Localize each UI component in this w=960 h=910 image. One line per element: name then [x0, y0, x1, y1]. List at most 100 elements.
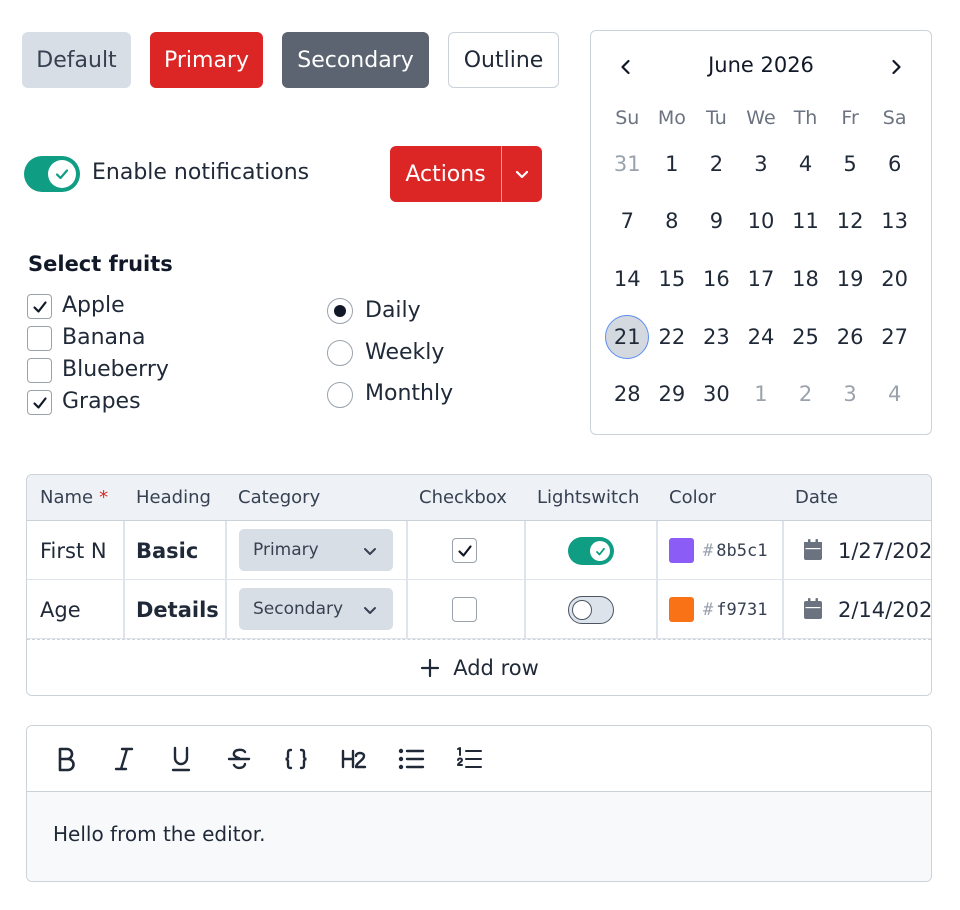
row-checkbox[interactable]: [452, 538, 477, 563]
actions-button[interactable]: Actions: [390, 146, 502, 202]
category-select[interactable]: Primary: [239, 529, 393, 571]
calendar-day[interactable]: 20: [872, 250, 917, 308]
heading-2-button[interactable]: [337, 742, 371, 776]
header-name: Name *: [40, 487, 109, 508]
calendar-day[interactable]: 22: [650, 308, 695, 366]
editor-content-area[interactable]: Hello from the editor.: [27, 792, 931, 881]
weekday-label: Sa: [882, 107, 907, 129]
calendar-day[interactable]: 26: [828, 308, 873, 366]
row-lightswitch[interactable]: [568, 596, 614, 624]
bullet-list-button[interactable]: [394, 742, 428, 776]
calendar-day[interactable]: 19: [828, 250, 873, 308]
calendar-day[interactable]: 13: [872, 193, 917, 251]
name-cell[interactable]: Age: [40, 580, 123, 639]
notifications-toggle[interactable]: [24, 156, 80, 192]
column-divider: [406, 521, 408, 639]
header-heading: Heading: [136, 487, 211, 508]
date-input[interactable]: 2/14/202: [838, 580, 931, 639]
outline-button[interactable]: Outline: [448, 32, 559, 88]
calendar-icon[interactable]: [801, 596, 825, 622]
blueberry-checkbox[interactable]: [27, 358, 52, 383]
editor-text[interactable]: Hello from the editor.: [53, 822, 266, 846]
date-input[interactable]: 1/27/202: [838, 521, 931, 580]
apple-checkbox[interactable]: [27, 294, 52, 319]
calendar-day[interactable]: 2: [783, 365, 828, 423]
daily-radio[interactable]: [327, 298, 353, 324]
required-mark: *: [99, 487, 109, 508]
color-swatch[interactable]: [669, 597, 694, 622]
calendar-day[interactable]: 25: [783, 308, 828, 366]
row-lightswitch[interactable]: [568, 537, 614, 565]
table-header: Name * Heading Category Checkbox Lightswi…: [27, 475, 931, 521]
heading-cell: Details: [136, 597, 219, 622]
calendar-day[interactable]: 30: [694, 365, 739, 423]
check-icon: [32, 396, 47, 409]
banana-checkbox[interactable]: [27, 326, 52, 351]
italic-button[interactable]: [107, 742, 141, 776]
next-month-button[interactable]: [883, 53, 909, 81]
calendar-day[interactable]: 3: [828, 365, 873, 423]
calendar-day[interactable]: 31: [605, 135, 650, 193]
default-button[interactable]: Default: [22, 32, 131, 88]
bold-icon: [58, 747, 75, 772]
calendar-day[interactable]: 18: [783, 250, 828, 308]
calendar-day[interactable]: 27: [872, 308, 917, 366]
calendar-day[interactable]: 10: [739, 193, 784, 251]
code-button[interactable]: [279, 742, 313, 776]
toggle-knob: [48, 160, 76, 188]
calendar-day[interactable]: 9: [694, 193, 739, 251]
week-row: 28 29 30 1 2 3 4: [605, 365, 917, 423]
calendar-day[interactable]: 24: [739, 308, 784, 366]
table-row: First N Basic Primary #8b5c1 1/27/202: [27, 521, 931, 580]
color-hex-input[interactable]: # f9731: [703, 580, 771, 639]
calendar-day[interactable]: 14: [605, 250, 650, 308]
header-color: Color: [669, 487, 716, 508]
daily-label: Daily: [365, 298, 421, 323]
name-cell[interactable]: First N: [40, 521, 123, 580]
calendar-day[interactable]: 17: [739, 250, 784, 308]
weekday-label: Th: [793, 107, 818, 129]
calendar-day[interactable]: 7: [605, 193, 650, 251]
calendar-day-selected[interactable]: 21: [605, 308, 650, 366]
numbered-list-button[interactable]: [452, 742, 486, 776]
color-swatch[interactable]: [669, 538, 694, 563]
calendar-day[interactable]: 3: [739, 135, 784, 193]
strikethrough-button[interactable]: [222, 742, 256, 776]
calendar-icon[interactable]: [801, 537, 825, 563]
color-hex-input[interactable]: #8b5c1: [703, 521, 771, 580]
calendar-day[interactable]: 12: [828, 193, 873, 251]
calendar-day[interactable]: 1: [650, 135, 695, 193]
calendar-day[interactable]: 6: [872, 135, 917, 193]
calendar-day[interactable]: 28: [605, 365, 650, 423]
code-icon: [285, 748, 307, 770]
calendar-day[interactable]: 8: [650, 193, 695, 251]
calendar-day[interactable]: 1: [739, 365, 784, 423]
primary-button[interactable]: Primary: [150, 32, 263, 88]
chevron-right-icon: [892, 59, 901, 75]
actions-dropdown-toggle[interactable]: [502, 146, 542, 202]
weekly-radio[interactable]: [327, 340, 353, 366]
add-row-button[interactable]: Add row: [27, 639, 931, 695]
bold-button[interactable]: [49, 742, 83, 776]
column-divider: [524, 521, 526, 639]
calendar-day[interactable]: 2: [694, 135, 739, 193]
calendar-day[interactable]: 5: [828, 135, 873, 193]
calendar-day[interactable]: 16: [694, 250, 739, 308]
category-value: Secondary: [253, 599, 344, 619]
calendar-day[interactable]: 15: [650, 250, 695, 308]
secondary-button[interactable]: Secondary: [282, 32, 429, 88]
calendar: June 2026 Su Mo Tu We Th Fr Sa 31 1 2 3 …: [590, 30, 932, 435]
calendar-day[interactable]: 11: [783, 193, 828, 251]
underline-button[interactable]: [164, 742, 198, 776]
monthly-radio[interactable]: [327, 382, 353, 408]
row-checkbox[interactable]: [452, 597, 477, 622]
calendar-day[interactable]: 4: [783, 135, 828, 193]
weekday-label: Tu: [706, 107, 727, 129]
calendar-day[interactable]: 4: [872, 365, 917, 423]
calendar-day[interactable]: 29: [650, 365, 695, 423]
week-row: 14 15 16 17 18 19 20: [605, 250, 917, 308]
grapes-checkbox[interactable]: [27, 390, 52, 415]
category-select[interactable]: Secondary: [239, 588, 393, 630]
category-value: Primary: [253, 540, 319, 560]
calendar-day[interactable]: 23: [694, 308, 739, 366]
